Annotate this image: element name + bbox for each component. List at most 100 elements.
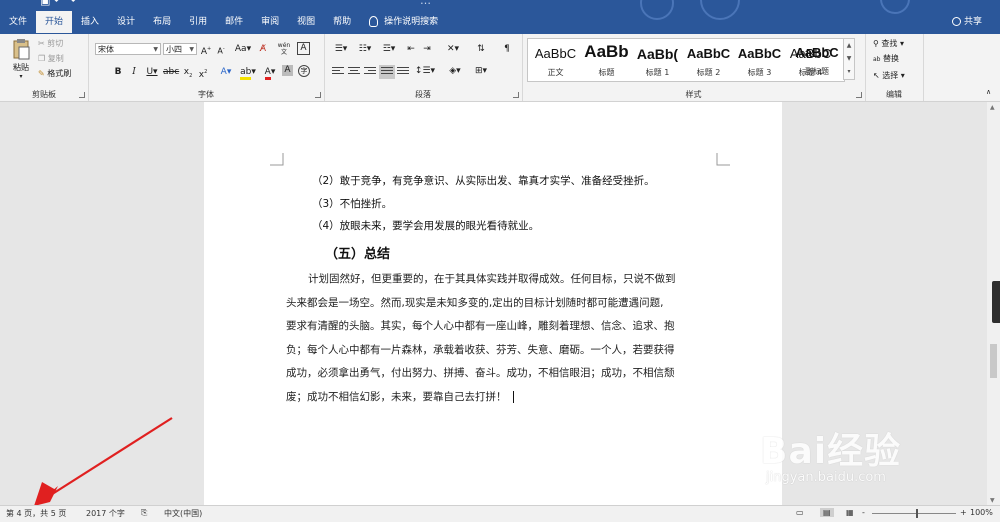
clipboard-group: 粘贴 ▾ ✂ 剪切 ❐ 复制 ✎ 格式刷 剪贴板 xyxy=(0,34,89,101)
word-count[interactable]: 2017 个字 xyxy=(86,508,125,519)
tab-help[interactable]: 帮助 xyxy=(324,11,360,33)
style-name: 标题 3 xyxy=(747,68,772,77)
style-title[interactable]: AaBb 标题 xyxy=(581,39,632,81)
cut-button[interactable]: ✂ 剪切 xyxy=(38,38,63,49)
numbering-icon[interactable]: ☷▾ xyxy=(354,42,376,56)
change-case-icon[interactable]: Aa▾ xyxy=(232,42,254,56)
styles-group-label: 样式 xyxy=(685,90,702,99)
quick-access-toolbar[interactable]: ▣ ↶ ↷ xyxy=(40,0,76,7)
replace-button[interactable]: ab 替换 xyxy=(873,53,899,64)
font-name-select[interactable]: 宋体 ▼ xyxy=(95,43,161,55)
scrollbar-thumb[interactable] xyxy=(990,344,997,378)
zoom-level[interactable]: 100% xyxy=(970,508,993,517)
share-button[interactable]: 共享 xyxy=(951,11,982,33)
chevron-up-icon[interactable]: ▲ xyxy=(844,39,854,52)
side-panel-tab[interactable] xyxy=(992,281,1000,323)
list-item[interactable]: （3）不怕挫折。 xyxy=(312,196,392,211)
summary-paragraph[interactable]: 计划固然好，但更重要的，在于其具体实践并取得成效。任何目标，只说不做到 头来都会… xyxy=(286,268,718,409)
style-heading-1[interactable]: AaBb(标题 1 xyxy=(632,39,683,81)
distributed-icon[interactable] xyxy=(397,67,409,77)
tab-layout[interactable]: 布局 xyxy=(144,11,180,33)
paste-button[interactable]: 粘贴 ▾ xyxy=(9,38,33,80)
borders-icon[interactable]: ⊞▾ xyxy=(470,64,492,78)
subscript-icon[interactable]: x2 xyxy=(181,65,195,79)
copy-label: 复制 xyxy=(47,54,64,63)
styles-gallery-scroll[interactable]: ▲ ▼ ▾ xyxy=(843,38,855,80)
style-normal[interactable]: AaBbC 正文 xyxy=(530,39,581,81)
tab-mailings[interactable]: 邮件 xyxy=(216,11,252,33)
print-layout-icon[interactable]: ▤ xyxy=(820,508,834,517)
strikethrough-icon[interactable]: abc xyxy=(163,65,179,79)
zoom-in-button[interactable]: + xyxy=(960,508,967,517)
page-count[interactable]: 第 4 页，共 5 页 xyxy=(6,508,66,519)
search-icon: ⚲ xyxy=(873,39,879,48)
tab-review[interactable]: 审阅 xyxy=(252,11,288,33)
underline-icon[interactable]: U▾ xyxy=(142,65,162,79)
styles-launcher-icon[interactable] xyxy=(856,92,862,98)
shading-icon[interactable]: ◈▾ xyxy=(444,64,466,78)
read-mode-icon[interactable]: ▭ xyxy=(796,508,804,517)
language-indicator[interactable]: 中文(中国) xyxy=(164,508,202,519)
justify-icon[interactable] xyxy=(379,65,395,79)
align-right-icon[interactable] xyxy=(364,67,376,77)
chevron-down-icon[interactable]: ▼ xyxy=(990,497,995,504)
watermark-url: jingyan.baidu.com xyxy=(766,470,886,485)
style-subtitle[interactable]: AaBbC 副标题 xyxy=(792,38,842,80)
tab-view[interactable]: 视图 xyxy=(288,11,324,33)
paragraph-line: 废；成功不相信幻影，未来，要靠自己去打拼！ xyxy=(286,390,507,403)
tab-references[interactable]: 引用 xyxy=(180,11,216,33)
more-styles-icon[interactable]: ▾ xyxy=(844,65,854,78)
style-name: 正文 xyxy=(547,68,564,77)
format-painter-button[interactable]: ✎ 格式刷 xyxy=(38,68,71,79)
tab-file[interactable]: 文件 xyxy=(0,11,36,33)
select-button[interactable]: ↖ 选择 ▾ xyxy=(873,70,905,81)
paragraph-launcher-icon[interactable] xyxy=(513,92,519,98)
style-heading-3[interactable]: AaBbC 标题 3 xyxy=(734,39,785,81)
list-item[interactable]: （4）放眼未来，要学会用发展的眼光看待就业。 xyxy=(312,218,539,233)
font-launcher-icon[interactable] xyxy=(315,92,321,98)
chinese-layout-icon[interactable]: ✕▾ xyxy=(442,42,464,56)
chevron-down-icon[interactable]: ▼ xyxy=(844,52,854,65)
clear-formatting-icon[interactable]: A̸ xyxy=(256,42,270,56)
copy-button[interactable]: ❐ 复制 xyxy=(38,53,64,64)
decrease-indent-icon[interactable]: ⇤ xyxy=(404,42,418,56)
bold-icon[interactable]: B xyxy=(111,65,125,79)
zoom-out-button[interactable]: - xyxy=(862,508,865,517)
character-shading-icon[interactable]: A xyxy=(282,65,293,76)
collapse-ribbon-icon[interactable]: ∧ xyxy=(986,88,991,96)
highlight-icon[interactable]: ab▾ xyxy=(238,65,258,80)
style-heading-2[interactable]: AaBbC 标题 2 xyxy=(683,39,734,81)
shrink-font-icon[interactable]: A- xyxy=(214,42,228,56)
character-border-icon[interactable]: A xyxy=(297,42,310,55)
bullets-icon[interactable]: ☰▾ xyxy=(330,42,352,56)
chevron-up-icon[interactable]: ▲ xyxy=(990,104,995,111)
text-effects-icon[interactable]: A▾ xyxy=(216,65,236,79)
enclose-characters-icon[interactable]: 字 xyxy=(298,65,310,77)
sort-icon[interactable]: ⇅ xyxy=(474,42,488,56)
proofing-icon[interactable]: ⎘ xyxy=(141,508,147,518)
tab-home[interactable]: 开始 xyxy=(36,11,73,33)
tab-design[interactable]: 设计 xyxy=(108,11,144,33)
background-decoration-icon xyxy=(880,0,910,14)
italic-icon[interactable]: I xyxy=(127,65,141,79)
find-button[interactable]: ⚲ 查找 ▾ xyxy=(873,38,904,49)
font-size-select[interactable]: 小四 ▼ xyxy=(163,43,197,55)
web-layout-icon[interactable]: ▦ xyxy=(846,508,854,517)
align-center-icon[interactable] xyxy=(348,67,360,77)
tab-insert[interactable]: 插入 xyxy=(72,11,108,33)
zoom-slider[interactable] xyxy=(872,513,956,514)
section-heading[interactable]: （五）总结 xyxy=(325,243,390,262)
clipboard-launcher-icon[interactable] xyxy=(79,92,85,98)
list-item[interactable]: （2）敢于竞争，有竞争意识、从实际出发、靠真才实学、准备经受挫折。 xyxy=(312,173,655,188)
phonetic-guide-icon[interactable]: wén 文 xyxy=(277,42,291,56)
tell-me-search[interactable]: 操作说明搜索 xyxy=(360,11,447,33)
show-marks-icon[interactable]: ¶ xyxy=(500,42,514,56)
increase-indent-icon[interactable]: ⇥ xyxy=(420,42,434,56)
line-spacing-icon[interactable]: ↕☰▾ xyxy=(414,64,436,78)
zoom-slider-thumb[interactable] xyxy=(916,509,918,518)
superscript-icon[interactable]: x2 xyxy=(196,65,210,80)
align-left-icon[interactable] xyxy=(332,67,344,77)
grow-font-icon[interactable]: A+ xyxy=(199,42,213,57)
font-color-icon[interactable]: A▾ xyxy=(260,65,280,80)
multilevel-list-icon[interactable]: ☲▾ xyxy=(378,42,400,56)
